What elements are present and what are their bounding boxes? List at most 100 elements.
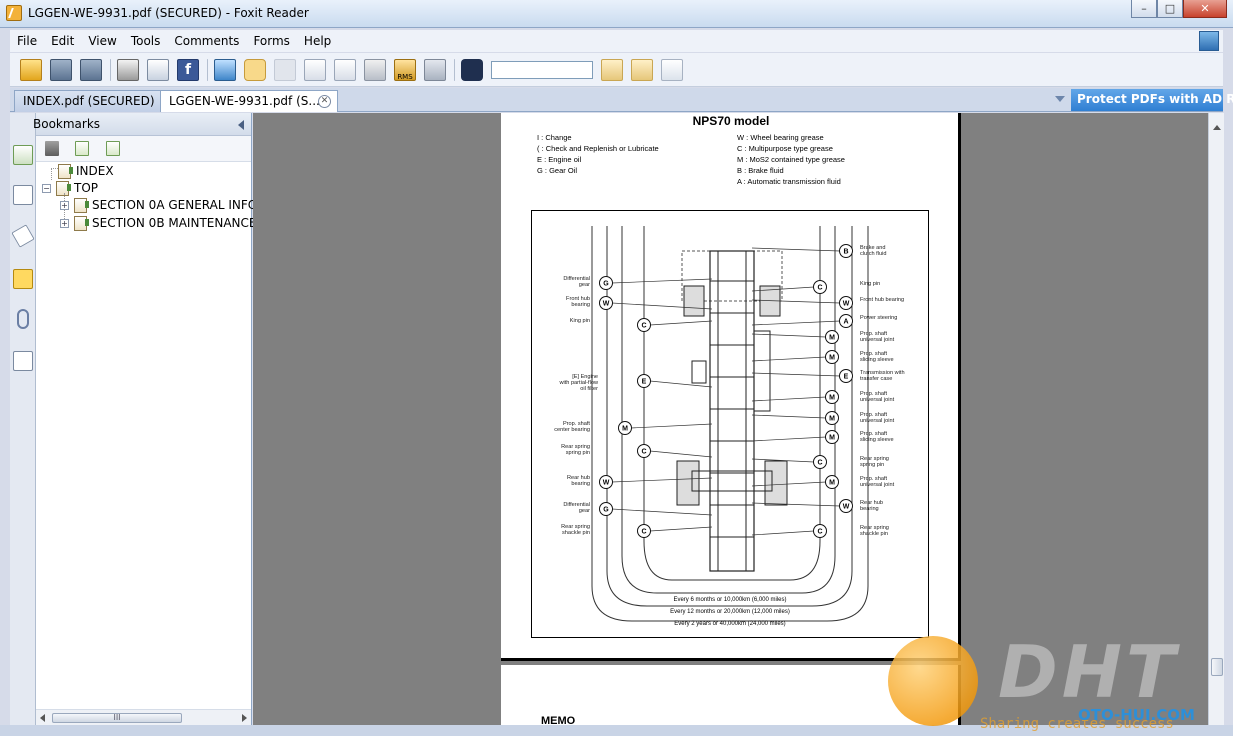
bookmarks-header: Bookmarks: [33, 113, 251, 136]
bookmarks-panel-icon[interactable]: [13, 145, 33, 165]
menu-forms[interactable]: Forms: [246, 34, 296, 48]
legend-item: ( : Check and Replenish or Lubricate: [537, 144, 659, 153]
diagram-label-left: King pin: [569, 318, 590, 324]
save-all-icon[interactable]: [80, 58, 102, 81]
find-next-icon[interactable]: [631, 58, 653, 81]
leader-line: [751, 247, 841, 252]
diagram-label-left: Prop. shaft center bearing: [554, 421, 590, 433]
open-icon[interactable]: [20, 58, 42, 81]
diagram-label-right: Prop. shaft universal joint: [860, 476, 895, 488]
email-icon[interactable]: [147, 58, 169, 81]
page-title: NPS70 model: [692, 114, 770, 128]
lube-symbol-letter: C: [817, 285, 822, 292]
hand-tool-icon[interactable]: [244, 58, 266, 81]
print-icon[interactable]: [117, 58, 139, 81]
pdf-page: MEMO: [501, 665, 961, 725]
attachments-panel-icon[interactable]: [17, 309, 29, 329]
diagram-label-right: Power steering: [860, 315, 898, 321]
scroll-left-icon[interactable]: [40, 714, 45, 722]
leader-line: [751, 372, 841, 377]
scroll-up-icon[interactable]: [1213, 125, 1221, 130]
layers-panel-icon[interactable]: [11, 224, 35, 248]
leader-line: [611, 508, 713, 516]
pages-panel-icon[interactable]: [13, 185, 33, 205]
document-view[interactable]: NPS70 model I : Change ( : Check and Rep…: [253, 113, 1208, 725]
sign-icon[interactable]: [424, 58, 446, 81]
collapse-node-icon[interactable]: −: [42, 183, 51, 193]
rear-axle: [691, 470, 773, 492]
bookmark-item[interactable]: + SECTION 0B MAINTENANCE A: [60, 214, 269, 232]
lube-symbol-letter: C: [817, 529, 822, 536]
document-vscrollbar[interactable]: [1208, 113, 1224, 725]
save-icon[interactable]: [50, 58, 72, 81]
collapse-panel-icon[interactable]: [238, 120, 244, 130]
bookmarks-toolbar: [36, 136, 251, 162]
zoom-tool-icon[interactable]: [274, 58, 296, 81]
menu-comments[interactable]: Comments: [167, 34, 246, 48]
bookmark-icon: [58, 163, 73, 179]
fuel-tank: [753, 330, 771, 412]
snapshot-icon[interactable]: [364, 58, 386, 81]
leader-line: [751, 320, 841, 326]
bookmarks-hscrollbar[interactable]: III: [36, 709, 251, 725]
comments-panel-icon[interactable]: [13, 269, 33, 289]
lube-symbol-letter: M: [829, 435, 835, 442]
protect-rms-banner[interactable]: Protect PDFs with AD RMS: [1071, 89, 1233, 111]
menu-edit[interactable]: Edit: [44, 34, 81, 48]
lube-symbol-letter: C: [641, 323, 646, 330]
close-button[interactable]: ✕: [1183, 0, 1227, 18]
expand-node-icon[interactable]: +: [60, 200, 69, 210]
facebook-icon[interactable]: f: [177, 58, 199, 81]
scroll-thumb[interactable]: [1211, 658, 1223, 676]
foxit-app-icon[interactable]: [6, 5, 22, 21]
find-prev-icon[interactable]: [601, 58, 623, 81]
legend-right: W : Wheel bearing grease C : Multipurpos…: [737, 132, 845, 187]
bookmark-item[interactable]: − TOP: [42, 179, 98, 197]
find-icon[interactable]: [461, 58, 483, 81]
navigation-rail: [10, 113, 36, 725]
diagram-label-right: Transmission with transfer case: [860, 370, 905, 382]
maximize-button[interactable]: □: [1157, 0, 1183, 18]
scroll-right-icon[interactable]: [242, 714, 247, 722]
frame-rail: [717, 250, 747, 572]
pdf-page: NPS70 model I : Change ( : Check and Rep…: [501, 113, 961, 661]
diagram-label-right: Prop. shaft universal joint: [860, 391, 895, 403]
tab-index-pdf[interactable]: INDEX.pdf (SECURED): [14, 90, 162, 112]
diagram-label-left: [E] Engine with partial-flow oil filter: [559, 374, 598, 392]
add-child-bookmark-icon[interactable]: [106, 141, 120, 156]
rear-wheel: [764, 460, 788, 506]
leader-line: [630, 423, 713, 429]
title-bar: LGGEN-WE-9931.pdf (SECURED) - Foxit Read…: [0, 0, 1233, 28]
clear-search-icon[interactable]: [661, 58, 683, 81]
select-tool-icon[interactable]: [304, 58, 326, 81]
tree-line: [51, 168, 58, 169]
signatures-panel-icon[interactable]: [13, 351, 33, 371]
diagram-label-left: Rear spring shackle pin: [561, 524, 590, 536]
menu-help[interactable]: Help: [297, 34, 338, 48]
bookmark-label: SECTION 0B MAINTENANCE A: [92, 216, 269, 230]
bookmark-item[interactable]: + SECTION 0A GENERAL INFOR: [60, 196, 266, 214]
menu-view[interactable]: View: [81, 34, 123, 48]
search-input[interactable]: [491, 60, 593, 79]
fullscreen-icon[interactable]: [214, 58, 236, 81]
delete-bookmark-icon[interactable]: [45, 141, 59, 156]
bookmark-item[interactable]: INDEX: [58, 162, 114, 180]
bookmarks-panel: Bookmarks INDEX − TOP + SECTION 0A GENER…: [33, 113, 269, 725]
menu-tools[interactable]: Tools: [124, 34, 168, 48]
tab-lggen-pdf[interactable]: LGGEN-WE-9931.pdf (S... ✕: [160, 90, 338, 112]
chevron-down-icon[interactable]: [1055, 96, 1065, 102]
add-bookmark-icon[interactable]: [75, 141, 89, 156]
expand-node-icon[interactable]: +: [60, 218, 69, 228]
text-select-icon[interactable]: [334, 58, 356, 81]
minimize-button[interactable]: –: [1131, 0, 1157, 18]
share-icon[interactable]: [1199, 31, 1219, 51]
close-tab-icon[interactable]: ✕: [318, 95, 331, 108]
lube-symbol-letter: G: [603, 507, 609, 514]
legend-item: A : Automatic transmission fluid: [737, 177, 841, 186]
diagram-label-left: Rear spring spring pin: [561, 444, 590, 456]
diagram-label-right: Rear spring spring pin: [860, 456, 889, 468]
scroll-thumb[interactable]: III: [52, 713, 182, 723]
diagram-label-right: Front hub bearing: [860, 297, 905, 303]
rms-icon[interactable]: RMS: [394, 58, 416, 81]
menu-file[interactable]: File: [10, 34, 44, 48]
